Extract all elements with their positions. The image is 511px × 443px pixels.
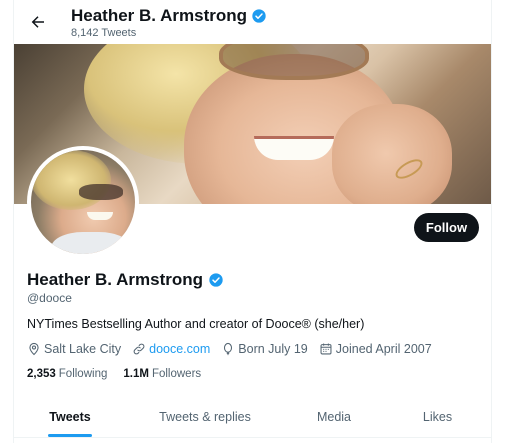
profile-name-row: Heather B. Armstrong	[27, 270, 224, 290]
profile-tabs: Tweets Tweets & replies Media Likes	[14, 397, 491, 437]
follow-stats-row: 2,353 Following 1.1M Followers	[27, 368, 217, 380]
arrow-left-icon	[31, 16, 44, 28]
column-border-right	[491, 0, 492, 443]
tab-label: Tweets	[49, 410, 91, 424]
tab-label: Media	[316, 410, 352, 424]
followers-label: Followers	[151, 368, 202, 380]
tab-likes[interactable]: Likes	[384, 397, 491, 437]
profile-name: Heather B. Armstrong	[27, 270, 204, 289]
website-item: dooce.com	[132, 342, 210, 356]
profile-handle: @dooce	[27, 291, 72, 305]
following-label: Following	[58, 368, 108, 380]
profile-bio: NYTimes Bestselling Author and creator o…	[27, 317, 365, 331]
followers-link[interactable]: 1.1M Followers	[123, 368, 201, 380]
verified-badge-icon	[209, 273, 223, 287]
location-item: Salt Lake City	[27, 342, 121, 356]
location-text: Salt Lake City	[44, 342, 122, 356]
profile-avatar[interactable]	[27, 146, 139, 258]
profile-meta-row: Salt Lake City dooce.com Born July 19 Jo…	[27, 342, 443, 356]
birthday-text: Born July 19	[238, 342, 308, 356]
verified-badge-icon	[252, 9, 266, 23]
back-button[interactable]	[22, 6, 54, 38]
website-link[interactable]: dooce.com	[149, 342, 210, 356]
tabs-bottom-border	[14, 437, 491, 438]
tab-media[interactable]: Media	[284, 397, 384, 437]
birthday-item: Born July 19	[221, 342, 308, 356]
tab-tweets-and-replies[interactable]: Tweets & replies	[126, 397, 284, 437]
header-name-row: Heather B. Armstrong	[71, 6, 267, 26]
following-link[interactable]: 2,353 Following	[27, 368, 107, 380]
follow-button[interactable]: Follow	[414, 213, 479, 242]
followers-count: 1.1M	[123, 368, 149, 380]
joined-item: Joined April 2007	[319, 342, 432, 356]
balloon-icon	[224, 342, 233, 356]
link-icon	[133, 343, 145, 355]
tab-label: Likes	[422, 410, 453, 424]
calendar-icon	[320, 343, 332, 355]
location-pin-icon	[29, 342, 39, 356]
tab-label: Tweets & replies	[159, 410, 251, 424]
tab-tweets[interactable]: Tweets	[14, 397, 126, 437]
tweet-count: 8,142 Tweets	[71, 27, 137, 39]
following-count: 2,353	[27, 368, 56, 380]
header-name: Heather B. Armstrong	[71, 6, 248, 25]
joined-text: Joined April 2007	[335, 342, 432, 356]
profile-header-bar: Heather B. Armstrong 8,142 Tweets	[14, 0, 491, 44]
